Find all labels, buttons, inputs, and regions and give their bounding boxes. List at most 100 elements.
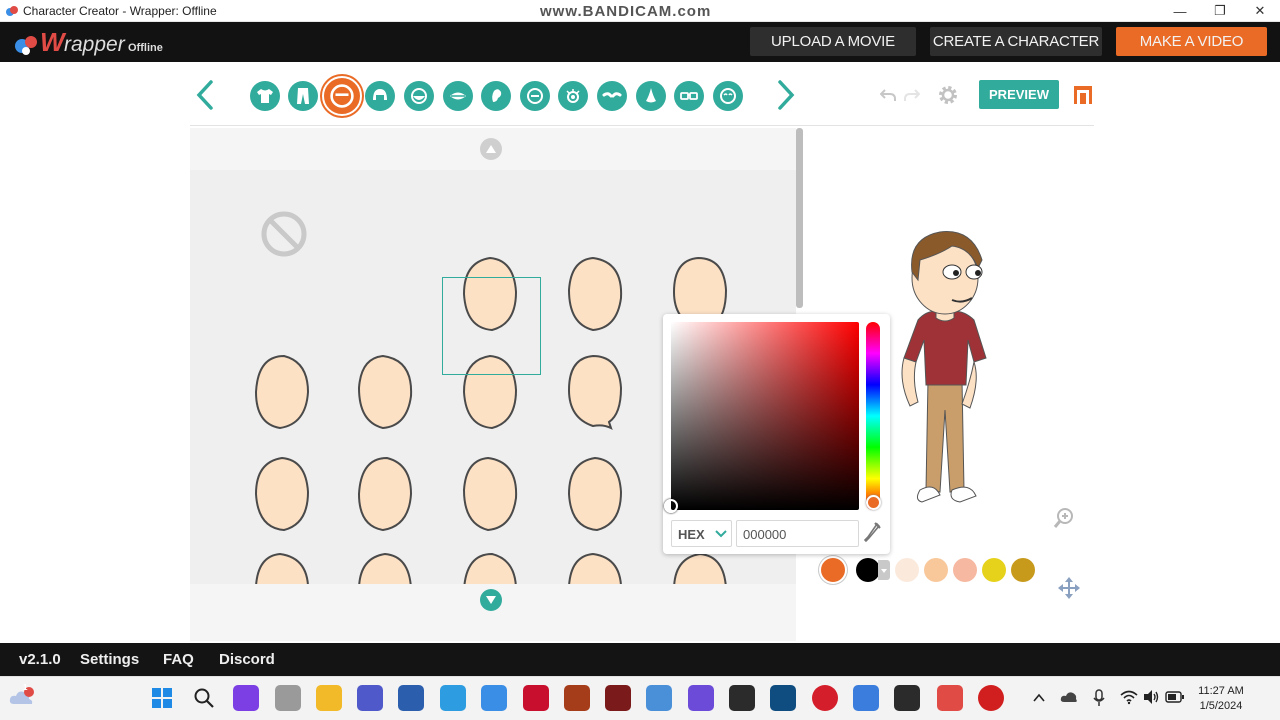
wrapper-taskbar-icon[interactable] — [937, 685, 963, 711]
face-shape-icon[interactable] — [322, 76, 362, 116]
mouth-icon[interactable] — [443, 81, 473, 111]
category-bar: PREVIEW — [190, 62, 1094, 126]
app-icon[interactable] — [770, 685, 796, 711]
logo-w: W — [40, 27, 65, 57]
taskbar-clock[interactable]: 11:27 AM 1/5/2024 — [1190, 684, 1252, 714]
settings-link[interactable]: Settings — [80, 651, 139, 668]
chevron-right-icon[interactable] — [773, 78, 799, 112]
ear-icon[interactable] — [481, 81, 511, 111]
clipchamp-icon[interactable] — [688, 685, 714, 711]
face-shape-option[interactable] — [353, 352, 417, 432]
hue-slider-handle[interactable] — [866, 495, 881, 510]
video-editor-icon[interactable] — [564, 685, 590, 711]
bandicam-icon[interactable] — [978, 685, 1004, 711]
save-icon[interactable] — [1072, 84, 1094, 106]
face-shape-option[interactable] — [353, 454, 417, 534]
face-shape-option[interactable] — [563, 352, 627, 432]
color-swatch[interactable] — [895, 558, 919, 582]
microphone-icon[interactable] — [1092, 689, 1106, 707]
search-icon[interactable] — [193, 687, 215, 709]
wrapper-app-icon — [6, 6, 18, 16]
upload-movie-button[interactable]: UPLOAD A MOVIE — [750, 27, 916, 56]
chevron-up-icon[interactable] — [1032, 691, 1046, 705]
color-mode-select[interactable]: HEX — [671, 520, 732, 547]
chevron-left-icon[interactable] — [192, 78, 218, 112]
redo-icon[interactable] — [904, 87, 920, 103]
windows-start-icon[interactable] — [151, 687, 173, 709]
discord-link[interactable]: Discord — [219, 651, 275, 668]
task-view-icon[interactable] — [275, 685, 301, 711]
create-character-button[interactable]: CREATE A CHARACTER — [930, 27, 1102, 56]
chrome-icon[interactable] — [853, 685, 879, 711]
hex-input[interactable]: 000000 — [736, 520, 859, 547]
color-swatch[interactable] — [1011, 558, 1035, 582]
triangle-down-icon — [486, 596, 496, 604]
face-shape-option[interactable] — [458, 454, 522, 534]
character-editor: PREVIEW HEX 000000 — [0, 62, 1280, 643]
active-color-swatch[interactable] — [821, 558, 845, 582]
beard-icon[interactable] — [404, 81, 434, 111]
help-icon[interactable] — [440, 685, 466, 711]
eyebrow-icon[interactable] — [597, 81, 627, 111]
face-line-icon[interactable] — [520, 81, 550, 111]
teams-icon[interactable] — [357, 685, 383, 711]
eye-icon[interactable] — [558, 81, 588, 111]
battery-icon[interactable] — [1165, 690, 1185, 704]
terminal-icon[interactable] — [729, 685, 755, 711]
weather-notification-count: 1 — [23, 683, 28, 692]
minimize-button[interactable]: — — [1160, 0, 1200, 22]
preview-button[interactable]: PREVIEW — [979, 80, 1059, 109]
shirt-icon[interactable] — [250, 81, 280, 111]
restore-button[interactable]: ❐ — [1200, 0, 1240, 22]
face-shape-option[interactable] — [250, 352, 314, 432]
command-prompt-icon[interactable] — [894, 685, 920, 711]
wrapper-logo[interactable]: W rapper Offline — [14, 25, 174, 59]
color-swatch[interactable] — [856, 558, 880, 582]
zoom-in-icon[interactable] — [1053, 507, 1075, 529]
scrollbar-thumb[interactable] — [796, 128, 803, 308]
speaker-icon[interactable] — [1142, 689, 1160, 705]
move-icon[interactable] — [1057, 576, 1081, 600]
scroll-up-button[interactable] — [480, 138, 502, 160]
wrinkle-icon[interactable] — [713, 81, 743, 111]
weather-icon[interactable] — [8, 686, 36, 710]
saturation-value-handle[interactable] — [664, 499, 678, 513]
face-shape-option[interactable] — [563, 254, 627, 334]
pants-icon[interactable] — [288, 81, 318, 111]
mcafee-icon[interactable] — [398, 685, 424, 711]
close-button[interactable]: ✕ — [1240, 0, 1280, 22]
selected-option-frame — [442, 277, 541, 375]
screen-recorder-icon[interactable] — [605, 685, 631, 711]
saturation-value-area[interactable] — [671, 322, 859, 510]
window-titlebar: Character Creator - Wrapper: Offline www… — [0, 0, 1280, 22]
glasses-icon[interactable] — [674, 81, 704, 111]
mcafee-shield-icon[interactable] — [523, 685, 549, 711]
gear-icon[interactable] — [937, 84, 959, 106]
swatch-dropdown-toggle[interactable] — [878, 560, 890, 580]
app-footer: v2.1.0 Settings FAQ Discord — [0, 643, 1280, 676]
face-shape-option[interactable] — [563, 454, 627, 534]
eyedropper-icon[interactable] — [863, 522, 881, 544]
copilot-app-icon[interactable] — [233, 685, 259, 711]
wordpad-icon[interactable] — [646, 685, 672, 711]
hair-icon[interactable] — [365, 81, 395, 111]
color-swatch[interactable] — [953, 558, 977, 582]
nose-icon[interactable] — [636, 81, 666, 111]
color-swatch[interactable] — [924, 558, 948, 582]
none-option-icon[interactable] — [260, 210, 308, 258]
face-shape-option[interactable] — [250, 454, 314, 534]
color-picker: HEX 000000 — [663, 314, 890, 554]
cloud-icon[interactable] — [1060, 690, 1078, 704]
color-swatch[interactable] — [982, 558, 1006, 582]
window-title: Character Creator - Wrapper: Offline — [23, 4, 217, 18]
make-video-button[interactable]: MAKE A VIDEO — [1116, 27, 1267, 56]
opera-icon[interactable] — [812, 685, 838, 711]
hue-slider[interactable] — [866, 322, 880, 510]
scroll-down-button[interactable] — [480, 589, 502, 611]
wifi-icon[interactable] — [1120, 689, 1138, 705]
file-explorer-icon[interactable] — [316, 685, 342, 711]
faq-link[interactable]: FAQ — [163, 651, 194, 668]
microsoft-store-icon[interactable] — [481, 685, 507, 711]
undo-icon[interactable] — [880, 87, 896, 103]
windows-taskbar: 1 11:27 AM 1/5/2024 — [0, 676, 1280, 720]
